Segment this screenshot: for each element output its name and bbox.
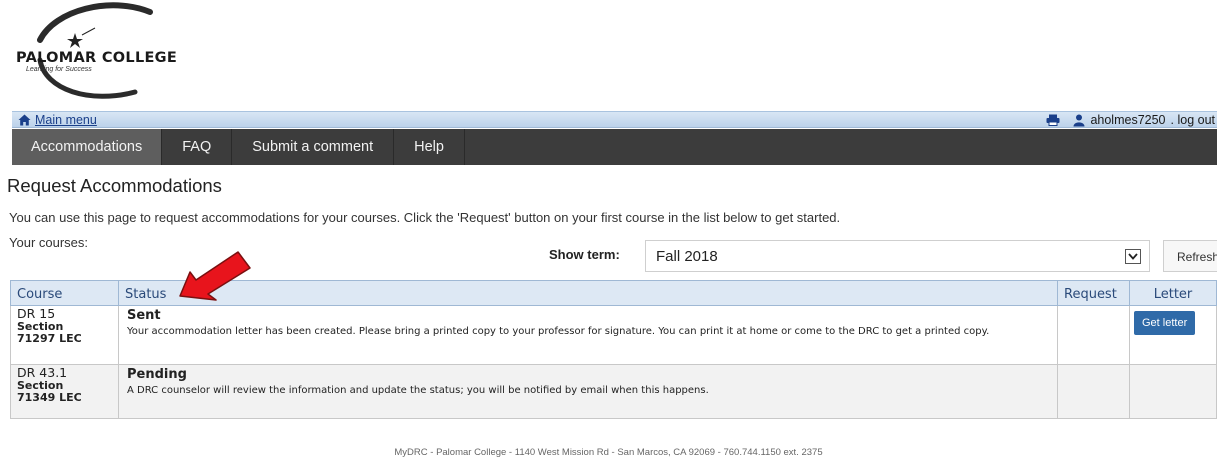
request-cell: [1057, 305, 1130, 365]
term-value: Fall 2018: [656, 248, 718, 265]
annotation-arrow-icon: [179, 251, 251, 301]
logout-link[interactable]: . log out: [1171, 113, 1215, 127]
username: aholmes7250: [1090, 113, 1166, 127]
tab-submit-comment[interactable]: Submit a comment: [232, 129, 395, 165]
status-description: A DRC counselor will review the informat…: [127, 385, 709, 396]
term-label: Show term:: [549, 247, 620, 262]
header-request: Request: [1057, 280, 1130, 306]
header-status: Status: [118, 280, 1058, 306]
main-menu-label: Main menu: [35, 113, 97, 127]
logo-name: PALOMAR COLLEGE: [16, 50, 178, 66]
main-nav: Accommodations FAQ Submit a comment Help: [12, 129, 1217, 165]
get-letter-button[interactable]: Get letter: [1134, 311, 1196, 335]
main-menu-link[interactable]: Main menu: [18, 113, 97, 127]
section-number: 71297 LEC: [17, 332, 82, 345]
header-course: Course: [10, 280, 119, 306]
tab-faq[interactable]: FAQ: [162, 129, 233, 165]
course-code: DR 43.1: [17, 365, 68, 380]
table-row: DR 15 Section 71297 LEC Sent Your accomm…: [10, 305, 1217, 365]
home-icon: [18, 114, 31, 126]
header-letter: Letter: [1129, 280, 1217, 306]
top-bar: Main menu aholmes7250 . log out: [12, 111, 1217, 128]
chevron-down-icon[interactable]: [1125, 249, 1141, 264]
logo-tagline: Learning for Success: [26, 66, 92, 73]
status-badge: Sent: [127, 308, 161, 323]
course-code: DR 15: [17, 306, 56, 321]
footer-text: MyDRC - Palomar College - 1140 West Miss…: [394, 447, 823, 458]
refresh-button[interactable]: Refresh: [1163, 240, 1217, 272]
intro-text: You can use this page to request accommo…: [9, 210, 841, 225]
status-cell: Sent Your accommodation letter has been …: [118, 305, 1058, 365]
course-cell: DR 43.1 Section 71349 LEC: [10, 364, 119, 419]
user-area: aholmes7250 . log out: [1046, 113, 1215, 127]
print-icon[interactable]: [1046, 114, 1060, 126]
tab-accommodations[interactable]: Accommodations: [12, 129, 163, 165]
tab-help[interactable]: Help: [394, 129, 465, 165]
letter-cell: [1129, 364, 1217, 419]
status-badge: Pending: [127, 367, 187, 382]
course-cell: DR 15 Section 71297 LEC: [10, 305, 119, 365]
table-row: DR 43.1 Section 71349 LEC Pending A DRC …: [10, 364, 1217, 419]
page-title: Request Accommodations: [7, 175, 222, 196]
status-cell: Pending A DRC counselor will review the …: [118, 364, 1058, 419]
term-select[interactable]: Fall 2018: [645, 240, 1150, 272]
status-description: Your accommodation letter has been creat…: [127, 326, 990, 337]
letter-cell: Get letter: [1129, 305, 1217, 365]
user-icon: [1073, 114, 1085, 126]
request-cell: [1057, 364, 1130, 419]
courses-label: Your courses:: [9, 235, 89, 250]
section-number: 71349 LEC: [17, 391, 82, 404]
palomar-logo: PALOMAR COLLEGE Learning for Success: [0, 0, 240, 108]
